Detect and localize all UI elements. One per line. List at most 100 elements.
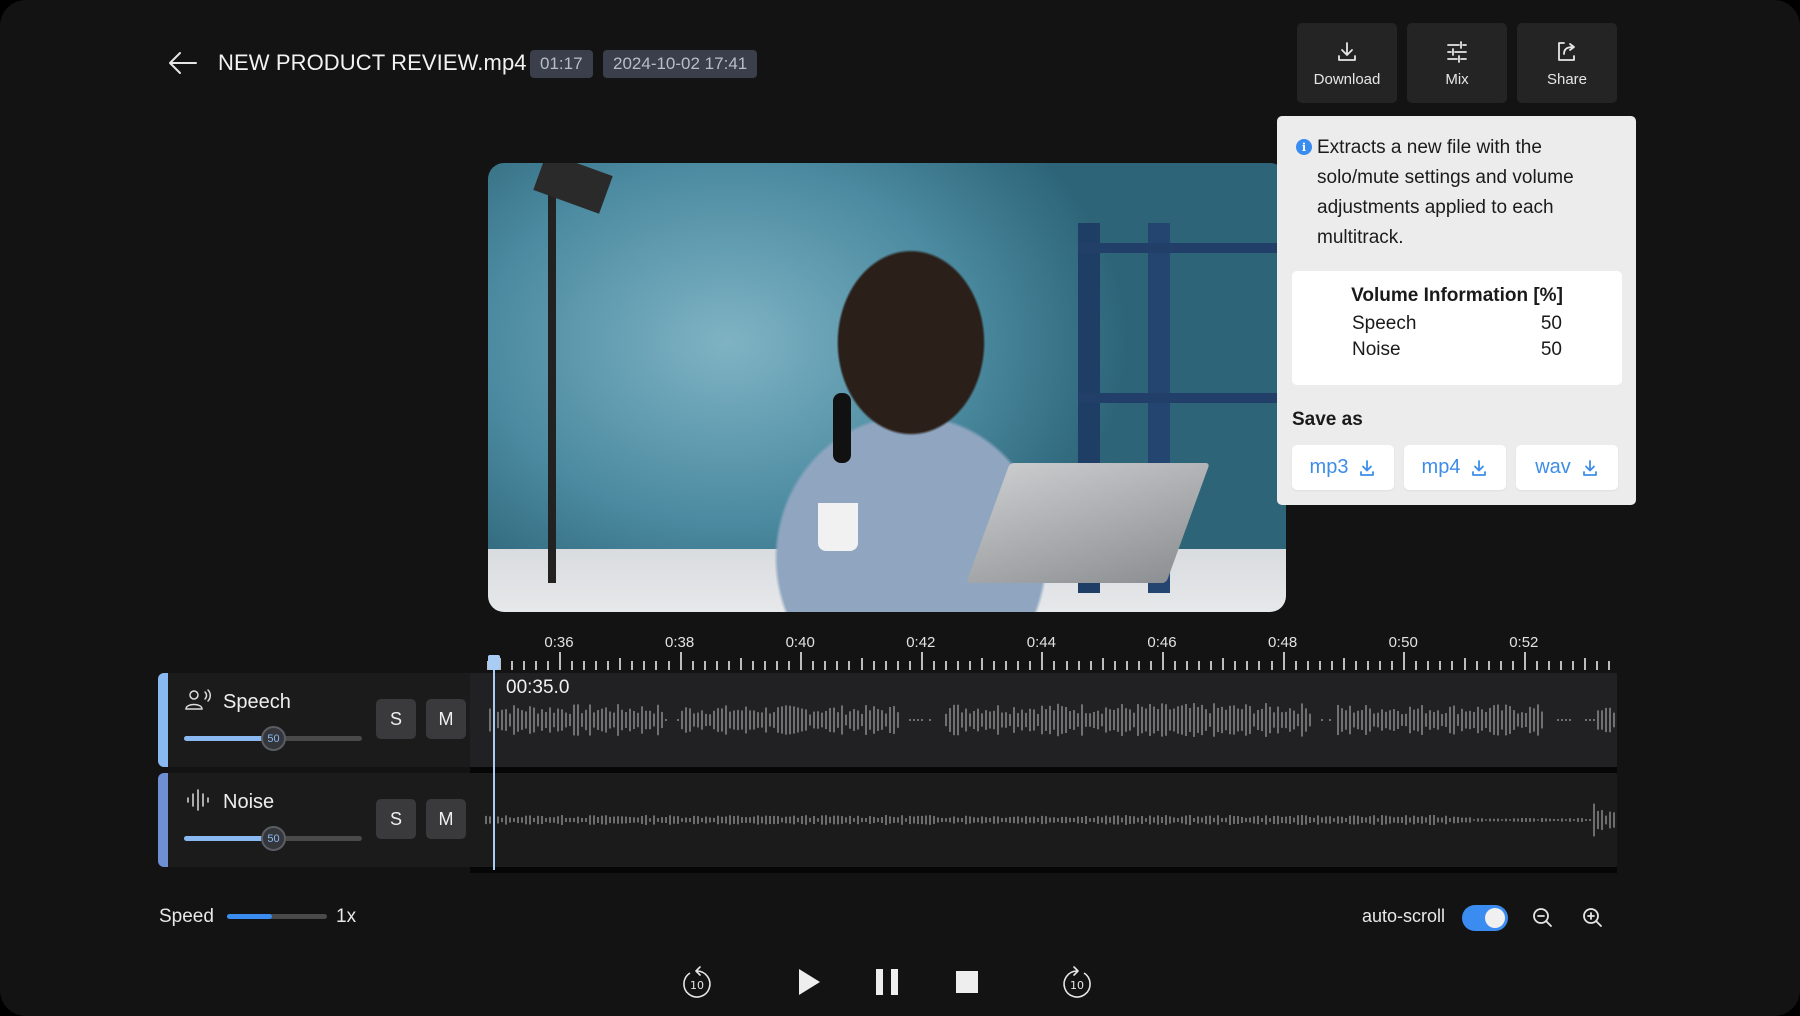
ruler-tick: [1246, 661, 1249, 670]
track-color-bar: [158, 773, 168, 867]
ruler-tick: [667, 661, 670, 670]
ruler-tick: [1065, 661, 1068, 670]
save-wav-button[interactable]: wav: [1516, 445, 1618, 490]
ruler-tick: [1005, 661, 1008, 670]
video-player[interactable]: [488, 163, 1286, 612]
ruler-tick: [546, 661, 549, 670]
back-button[interactable]: [166, 48, 200, 78]
noise-mute-button[interactable]: M: [426, 799, 466, 839]
ruler-tick: [848, 661, 851, 670]
share-label: Share: [1546, 70, 1588, 88]
ruler-tick: [1318, 661, 1321, 670]
ruler-tick: [1282, 652, 1285, 670]
ruler-tick: [655, 661, 658, 670]
zoom-out-icon: [1533, 908, 1552, 927]
ruler-tick: [1499, 661, 1502, 670]
speed-slider[interactable]: [227, 914, 327, 919]
ruler-tick: [788, 661, 791, 670]
ruler-tick: [1222, 658, 1225, 670]
ruler-tick: [1391, 661, 1394, 670]
ruler-tick: [1608, 661, 1611, 670]
ruler-tick: [1427, 661, 1430, 670]
ruler-tick: [776, 661, 779, 670]
ruler-tick: [1162, 652, 1164, 670]
rewind-10-icon: 10: [683, 966, 711, 998]
ruler-tick-label: 0:38: [664, 634, 695, 651]
lane-divider: [470, 867, 1617, 873]
ruler-tick: [872, 661, 875, 670]
ruler-tick: [631, 661, 634, 670]
volume-info-title: Volume Information [%]: [1351, 285, 1563, 306]
ruler-tick-label: 0:48: [1267, 634, 1298, 651]
ruler-tick: [956, 661, 959, 670]
volume-row-name: Noise: [1352, 339, 1401, 360]
speech-solo-button[interactable]: S: [376, 699, 416, 739]
video-scene-element: [1078, 243, 1278, 253]
ruler-tick: [896, 661, 899, 670]
video-scene-element: [818, 503, 858, 551]
date-badge: 2024-10-02 17:41: [603, 50, 758, 78]
ruler-tick: [981, 658, 984, 670]
ruler-tick: [607, 661, 610, 670]
forward-10-button[interactable]: 10: [1057, 962, 1097, 1002]
volume-knob[interactable]: 50: [261, 826, 286, 851]
ruler-tick: [751, 661, 754, 670]
zoom-out-button[interactable]: [1530, 905, 1556, 931]
track-noise: Noise 50 S M: [158, 773, 470, 867]
speech-mute-button[interactable]: M: [426, 699, 466, 739]
ruler-tick: [1077, 661, 1080, 670]
save-mp3-button[interactable]: mp3: [1292, 445, 1394, 490]
ruler-tick: [1089, 661, 1092, 670]
save-mp4-button[interactable]: mp4: [1404, 445, 1506, 490]
ruler-tick: [1354, 661, 1357, 670]
ruler-tick: [1547, 661, 1550, 670]
rewind-10-button[interactable]: 10: [677, 962, 717, 1002]
volume-knob[interactable]: 50: [261, 726, 286, 751]
speech-waveform-lane[interactable]: [470, 673, 1617, 767]
info-icon: i: [1296, 139, 1312, 155]
ruler-tick: [1463, 658, 1466, 670]
download-button[interactable]: Download: [1297, 23, 1397, 103]
ruler-tick: [1234, 661, 1237, 670]
ruler-tick: [1511, 661, 1514, 670]
ruler-tick: [812, 661, 815, 670]
ruler-tick: [836, 661, 839, 670]
ruler-tick: [1210, 661, 1213, 670]
ruler-tick: [1451, 661, 1454, 670]
ruler-tick: [1367, 661, 1370, 670]
play-button[interactable]: [789, 962, 829, 1002]
stop-button[interactable]: [947, 962, 987, 1002]
sliders-icon: [1447, 40, 1467, 63]
mix-button[interactable]: Mix: [1407, 23, 1507, 103]
ruler-tick: [1475, 661, 1478, 670]
ruler-tick: [1572, 661, 1575, 670]
speech-volume-slider[interactable]: 50: [184, 726, 362, 751]
timeline-ruler[interactable]: 0:36 0:38 0:40 0:42 0:44 0:46 0:48 0:50 0:52: [480, 625, 1617, 670]
ruler-tick: [1330, 661, 1333, 670]
noise-volume-slider[interactable]: 50: [184, 826, 362, 851]
ruler-tick: [1342, 658, 1345, 670]
autoscroll-toggle[interactable]: [1462, 905, 1508, 931]
download-icon: [1582, 459, 1597, 476]
ruler-tick: [1258, 661, 1261, 670]
noise-waveform-lane[interactable]: [470, 773, 1617, 867]
ruler-tick: [800, 652, 803, 670]
ruler-tick: [534, 661, 537, 670]
waveform-icon: [187, 789, 209, 811]
volume-row-value: 50: [1540, 313, 1562, 334]
stop-icon: [956, 971, 978, 993]
noise-solo-button[interactable]: S: [376, 799, 416, 839]
video-scene-element: [548, 163, 556, 583]
track-name: Speech: [223, 691, 291, 713]
speech-waveform: [489, 703, 1615, 737]
share-button[interactable]: Share: [1517, 23, 1617, 103]
ruler-tick: [559, 652, 561, 670]
zoom-in-button[interactable]: [1580, 905, 1606, 931]
pause-button[interactable]: [867, 962, 907, 1002]
ruler-tick: [860, 658, 863, 670]
ruler-tick: [1559, 661, 1562, 670]
volume-info-box: Volume Information [%] Speech 50 Noise 5…: [1292, 271, 1622, 385]
ruler-tick: [1379, 661, 1382, 670]
ruler-tick: [1415, 661, 1418, 670]
track-speech: Speech 50 S M: [158, 673, 470, 767]
